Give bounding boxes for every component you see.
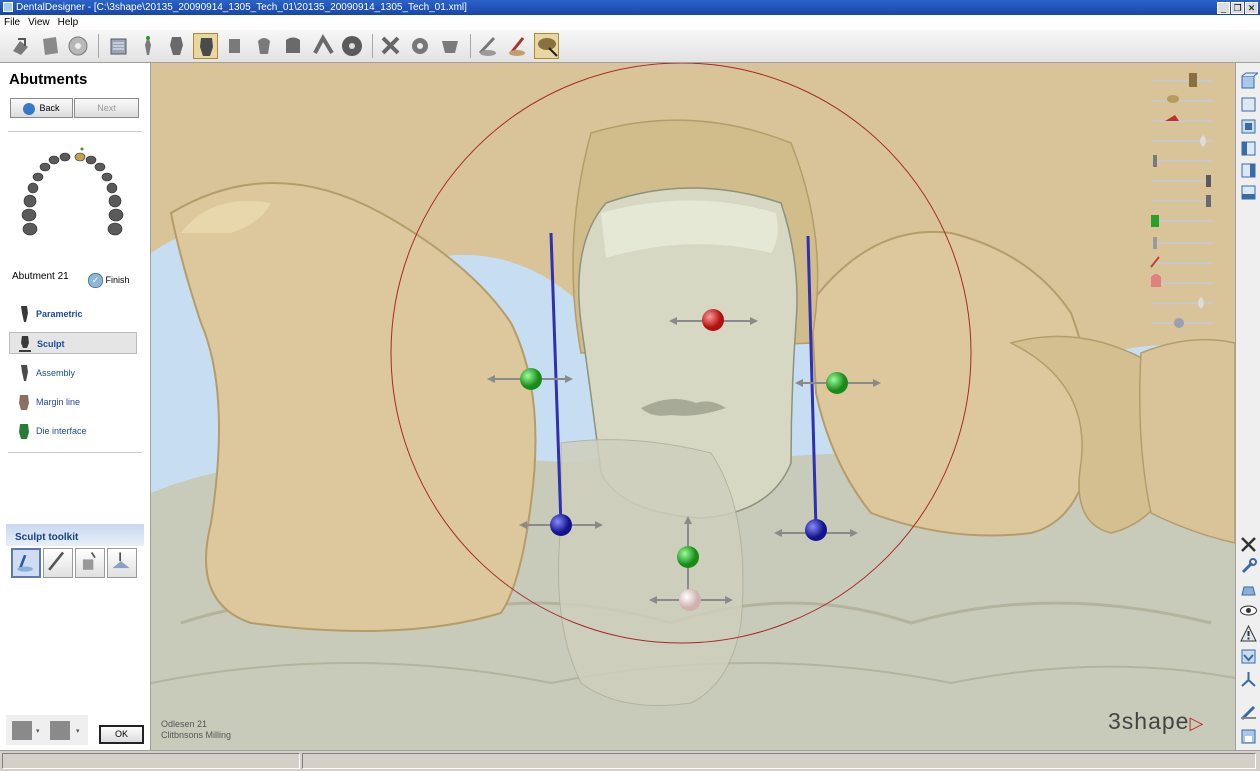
cd-icon[interactable]	[66, 33, 91, 59]
parametric-icon	[21, 306, 28, 322]
window-title: DentalDesigner - [C:\3shape\20135_200909…	[16, 2, 467, 13]
view-right-box-icon[interactable]	[1239, 160, 1258, 179]
check-icon: ✓	[88, 273, 103, 288]
minimize-button[interactable]: _	[1217, 2, 1230, 14]
tooth-icon[interactable]	[252, 33, 277, 59]
axes-icon[interactable]	[1239, 670, 1258, 689]
fit-view-icon[interactable]	[1239, 535, 1258, 554]
sculpt-gear-icon[interactable]	[408, 33, 433, 59]
jaw-map-icon[interactable]	[20, 143, 130, 243]
bridge-icon[interactable]	[222, 33, 247, 59]
restore-button[interactable]: ❐	[1231, 2, 1244, 14]
left-panel: Abutments Back Next Abutment 21 ✓ Finish…	[0, 63, 151, 750]
caption-line1: Odlesen 21	[161, 719, 208, 729]
pontic-icon[interactable]	[281, 33, 306, 59]
status-bar	[0, 750, 1260, 771]
abutment-label: Abutment 21	[12, 271, 69, 282]
main-toolbar	[0, 30, 1260, 63]
model-icon[interactable]	[106, 33, 131, 59]
caption-line2: Clitbnsons Milling	[161, 730, 232, 740]
view-front-icon[interactable]	[12, 721, 32, 740]
back-label: Back	[39, 103, 60, 113]
abutment-icon[interactable]	[164, 33, 189, 59]
pen-icon[interactable]	[136, 33, 161, 59]
smooth-icon[interactable]	[505, 33, 530, 59]
assembly-icon	[21, 365, 28, 381]
menu-help[interactable]: Help	[58, 17, 79, 28]
wax-icon[interactable]	[438, 33, 463, 59]
menu-view[interactable]: View	[28, 17, 50, 28]
step-margin-line[interactable]: Margin line	[9, 391, 137, 413]
margin-line-icon	[19, 395, 29, 410]
step-label: Assembly	[36, 368, 76, 378]
right-toolbar	[1235, 63, 1260, 750]
dropdown-arrow-icon[interactable]: ▾	[36, 727, 40, 735]
knife-icon[interactable]	[476, 33, 501, 59]
menu-file[interactable]: File	[4, 17, 20, 28]
open-order-icon[interactable]	[8, 33, 33, 59]
step-parametric[interactable]: Parametric	[9, 303, 137, 325]
status-cell-2	[302, 753, 1256, 769]
die-interface-icon	[19, 424, 29, 439]
knife-tool-icon[interactable]	[43, 548, 73, 578]
scan-icon[interactable]	[38, 33, 63, 59]
view-left-box-icon[interactable]	[1239, 138, 1258, 157]
dental-scene[interactable]	[151, 63, 1235, 750]
status-cell-1	[2, 753, 300, 769]
remove-material-icon[interactable]	[107, 548, 137, 578]
next-label: Next	[97, 103, 116, 113]
title-bar: DentalDesigner - [C:\3shape\20135_200909…	[0, 0, 1260, 15]
add-material-icon[interactable]	[75, 548, 105, 578]
finish-label: Finish	[105, 274, 130, 285]
step-die-interface[interactable]: Die interface	[9, 420, 137, 442]
model-view-icon[interactable]	[1239, 579, 1258, 598]
logo-triangle-icon: ▷	[1189, 713, 1205, 733]
ok-label: OK	[114, 729, 128, 739]
brand-logo: 3shape▷	[1108, 708, 1204, 735]
gear-icon[interactable]	[378, 33, 403, 59]
back-button[interactable]: Back	[10, 98, 73, 118]
disc-icon[interactable]	[340, 33, 365, 59]
3d-viewport[interactable]: Odlesen 21 Clitbnsons Milling 3shape▷	[151, 63, 1235, 750]
step-label: Sculpt	[37, 339, 65, 349]
step-sculpt[interactable]: Sculpt	[9, 332, 137, 354]
view-side-icon[interactable]	[50, 721, 70, 740]
view-3d-box-icon[interactable]	[1239, 71, 1260, 90]
save-model-icon[interactable]	[1239, 727, 1258, 746]
warning-icon[interactable]	[1239, 624, 1258, 643]
cap-icon[interactable]	[534, 33, 559, 59]
step-label: Parametric	[36, 309, 83, 319]
ok-button[interactable]: OK	[99, 725, 144, 744]
app-icon	[3, 2, 13, 12]
step-assembly[interactable]: Assembly	[9, 362, 137, 384]
sculpt-icon	[19, 336, 31, 352]
jaw-icon[interactable]	[311, 33, 336, 59]
next-button[interactable]: Next	[74, 98, 139, 118]
dropdown-arrow-icon[interactable]: ▾	[76, 727, 80, 735]
wrench-icon[interactable]	[1239, 557, 1258, 576]
back-arrow-icon	[23, 102, 36, 115]
panel-title: Abutments	[9, 71, 88, 88]
view-bottom-box-icon[interactable]	[1239, 182, 1258, 201]
menu-bar: File View Help	[0, 15, 1260, 30]
eye-icon[interactable]	[1239, 601, 1258, 620]
smooth-tool-icon[interactable]	[11, 548, 41, 578]
crown-icon[interactable]	[193, 33, 218, 59]
view-back-box-icon[interactable]	[1239, 116, 1258, 135]
step-label: Margin line	[36, 397, 81, 407]
logo-text: 3shape	[1108, 708, 1190, 734]
view-front-box-icon[interactable]	[1239, 94, 1258, 113]
pen-tool-icon[interactable]	[1239, 703, 1258, 722]
sculpt-toolkit-title: Sculpt toolkit	[6, 524, 144, 546]
close-button[interactable]: ✕	[1245, 2, 1258, 14]
finish-button[interactable]: ✓ Finish	[88, 273, 130, 288]
bottom-toolbar: ▾ ▾	[6, 715, 88, 745]
step-label: Die interface	[36, 426, 87, 436]
clipping-box-icon[interactable]	[1239, 647, 1258, 666]
